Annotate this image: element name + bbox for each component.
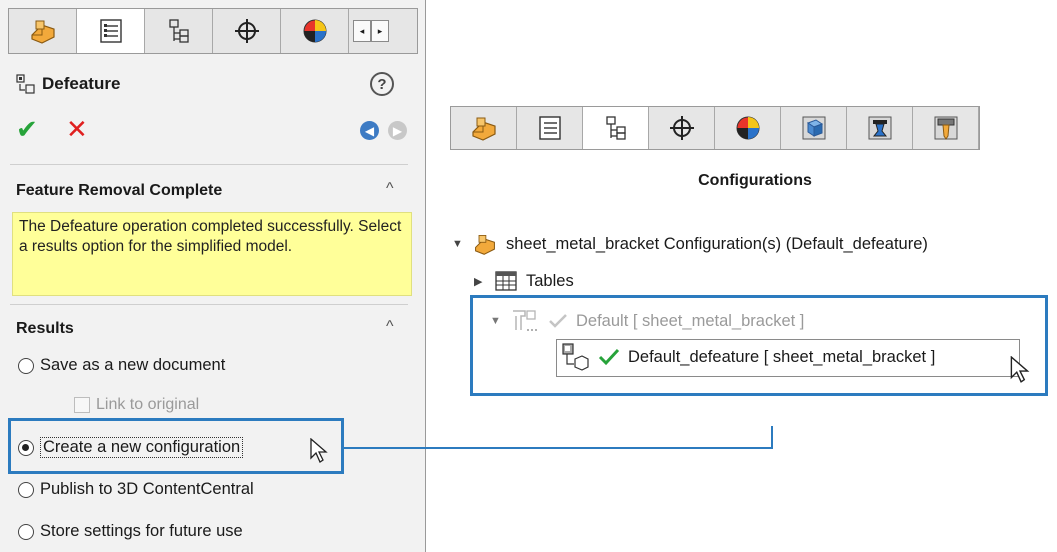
defeature-icon [16,74,35,94]
option-store-settings[interactable]: Store settings for future use [18,522,243,541]
tab-configurationmanager[interactable] [583,107,649,149]
checkbox-label: Link to original [96,396,200,413]
tab-simulation-manager[interactable] [847,107,913,149]
option-publish-3d-contentcentral[interactable]: Publish to 3D ContentCentral [18,480,254,499]
part-icon [475,235,495,255]
status-message: The Defeature operation completed succes… [12,212,412,296]
tab-scroll-buttons: ◂ ▸ [349,9,389,53]
property-manager-tabbar: ◂ ▸ [8,8,418,54]
tree-item-label: sheet_metal_bracket Configuration(s) (De… [506,234,928,253]
defeature-config-icon [562,343,589,371]
divider [10,304,408,305]
configurations-title: Configurations [698,172,812,189]
callout-highlight-left [8,418,344,474]
option-label: Publish to 3D ContentCentral [40,480,254,498]
tab-configurationmanager[interactable] [145,9,213,53]
tab-propertymanager[interactable] [77,9,145,53]
help-icon[interactable]: ? [370,72,394,96]
tree-item-label: Default_defeature [ sheet_metal_bracket … [628,347,936,366]
toolpath-icon [934,116,957,140]
tab-cam-manager[interactable] [781,107,847,149]
dimxpert-icon [669,116,694,140]
next-page-icon[interactable]: ▶ [388,121,407,140]
radio-button[interactable] [18,523,34,540]
ok-button[interactable]: ✔ [16,116,38,142]
collapse-feature-removal-icon[interactable]: ^ [386,180,394,198]
tab-displaymanager[interactable] [715,107,781,149]
tab-dimxpertmanager[interactable] [213,9,281,53]
configuration-manager-tabbar [450,106,980,150]
simulation-icon [868,116,891,140]
link-to-original-checkbox[interactable]: Link to original [74,396,199,414]
tab-featuremanager[interactable] [9,9,77,53]
cam-icon [802,116,825,140]
part-icon [471,117,496,141]
checkbox[interactable] [74,397,90,413]
pm-title-text: Defeature [42,74,121,93]
display-manager-icon [736,116,759,140]
tables-icon [495,271,517,291]
tree-item-root[interactable]: ▼ sheet_metal_bracket Configuration(s) (… [452,232,928,256]
configuration-manager-icon [168,19,189,43]
radio-button[interactable] [18,481,34,498]
tab-featuremanager[interactable] [451,107,517,149]
option-label: Store settings for future use [40,522,243,540]
part-icon [30,20,55,44]
tab-displaymanager[interactable] [281,9,349,53]
dimxpert-icon [234,19,259,43]
display-manager-icon [303,19,326,43]
previous-page-icon[interactable]: ◀ [360,121,379,140]
tab-propertymanager[interactable] [517,107,583,149]
feature-removal-heading[interactable]: Feature Removal Complete [16,182,222,200]
scroll-right-button[interactable]: ▸ [371,20,389,42]
tab-toolpath-manager[interactable] [913,107,979,149]
results-heading[interactable]: Results [16,320,74,338]
cancel-button[interactable]: ✕ [66,116,88,142]
divider [10,164,408,165]
mouse-cursor-icon [310,438,328,463]
configuration-manager-icon [605,116,626,140]
scroll-left-button[interactable]: ◂ [353,20,371,42]
tree-item-tables[interactable]: ▶ Tables [474,270,574,292]
checkmark-icon [598,348,620,366]
tree-item-label: Tables [526,271,574,290]
collapse-results-icon[interactable]: ^ [386,318,394,336]
option-save-new-document[interactable]: Save as a new document [18,356,225,375]
mouse-cursor-icon [1010,356,1030,383]
collapse-arrow-icon[interactable]: ▶ [474,275,486,288]
property-manager-icon [538,116,561,140]
tab-dimxpertmanager[interactable] [649,107,715,149]
option-label: Save as a new document [40,356,226,374]
property-manager-icon [99,19,122,43]
radio-button[interactable] [18,357,34,374]
tree-item-default-defeature[interactable]: Default_defeature [ sheet_metal_bracket … [560,342,935,372]
expand-arrow-icon[interactable]: ▼ [452,238,464,250]
page-title: Defeature [16,74,120,94]
